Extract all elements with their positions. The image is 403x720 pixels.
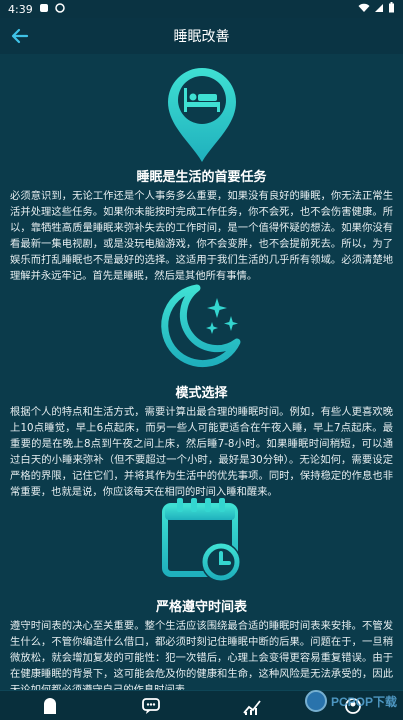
notification-a-icon	[39, 3, 49, 16]
section-body: 根据个人的特点和生活方式，需要计算出最合理的睡眠时间。例如，有些人更喜欢晚上10…	[10, 406, 393, 498]
arrow-left-icon	[11, 28, 29, 44]
app-bar: 睡眠改善	[0, 18, 403, 54]
stats-icon	[243, 699, 261, 715]
nav-chat[interactable]	[131, 692, 171, 720]
home-icon	[44, 697, 57, 714]
status-bar: 4:39	[0, 0, 403, 18]
bed-location-pin-icon	[162, 64, 242, 164]
status-time: 4:39	[8, 2, 33, 16]
section-body: 遵守时间表的决心至关重要。整个生活应该围绕最合适的睡眠时间表来安排。不管发生什么…	[10, 620, 393, 690]
wifi-icon	[358, 3, 370, 16]
signal-icon	[374, 3, 384, 16]
calendar-clock-icon	[157, 494, 247, 586]
section-sleep-priority: 睡眠是生活的首要任务 必须意识到，无论工作还是个人事务多么重要，如果没有良好的睡…	[0, 54, 403, 304]
moon-stars-icon	[157, 280, 247, 370]
notification-b-icon	[54, 2, 65, 16]
content[interactable]: 睡眠是生活的首要任务 必须意识到，无论工作还是个人事务多么重要，如果没有良好的睡…	[0, 54, 403, 690]
section-title: 严格遵守时间表	[155, 600, 247, 615]
section-pattern-choice: 模式选择 根据个人的特点和生活方式，需要计算出最合理的睡眠时间。例如，有些人更喜…	[0, 280, 403, 505]
watermark-logo-icon	[304, 690, 327, 712]
watermark-text: PCPOP下载	[330, 694, 397, 709]
battery-icon	[388, 2, 395, 16]
chat-icon	[142, 697, 161, 714]
section-title: 模式选择	[175, 386, 228, 401]
section-strict-schedule: 严格遵守时间表 遵守时间表的决心至关重要。整个生活应该围绕最合适的睡眠时间表来安…	[0, 494, 403, 690]
nav-stats[interactable]	[232, 692, 272, 720]
nav-home[interactable]	[30, 692, 70, 720]
watermark: PCPOP下载	[304, 690, 397, 712]
page-title: 睡眠改善	[173, 29, 230, 45]
section-title: 睡眠是生活的首要任务	[136, 170, 267, 185]
section-body: 必须意识到，无论工作还是个人事务多么重要，如果没有良好的睡眠，你无法正常生活并处…	[10, 190, 393, 282]
back-button[interactable]	[8, 24, 32, 48]
